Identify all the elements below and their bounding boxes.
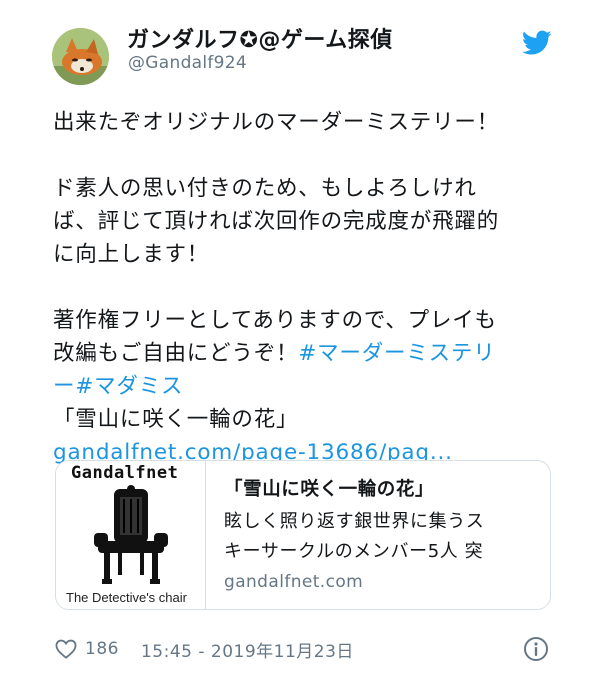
- tweet-line: ド素人の思い付きのため、もしよろしけれ: [53, 176, 477, 201]
- tweet-line: に向上します！: [53, 242, 210, 267]
- info-icon[interactable]: [523, 636, 549, 662]
- hashtag-link-continued[interactable]: ー: [53, 374, 75, 399]
- fox-avatar-icon: [52, 28, 109, 85]
- card-description-line: キーサークルのメンバー5人 突: [224, 541, 484, 562]
- tweet-text-segment: 改編もご自由にどうぞ！: [53, 341, 299, 366]
- card-thumbnail: Gandalfnet The Detective's chair: [56, 461, 206, 609]
- tweet-line: ー#マダミス: [53, 370, 563, 403]
- tweet-line: 出来たぞオリジナルのマーダーミステリー！: [53, 110, 500, 135]
- heart-icon[interactable]: [55, 639, 77, 659]
- tweet-text: 出来たぞオリジナルのマーダーミステリー！ ド素人の思い付きのため、もしよろしけれ…: [53, 106, 563, 469]
- author-handle[interactable]: @Gandalf924: [128, 53, 247, 73]
- card-domain: gandalfnet.com: [224, 572, 364, 592]
- hashtag-link[interactable]: #マーダーミステリ: [298, 341, 495, 366]
- link-preview-card[interactable]: Gandalfnet The Detective's chair 「雪山に咲く一…: [55, 460, 551, 610]
- tweet-footer: 186 15:45 - 2019年11月23日: [55, 636, 354, 662]
- tweet-line: ば、評じて頂ければ次回作の完成度が飛躍的: [53, 209, 500, 234]
- twitter-bird-icon[interactable]: [522, 30, 552, 56]
- thumbnail-caption: The Detective's chair: [66, 590, 187, 605]
- author-name-row[interactable]: ガンダルフ✪@ゲーム探偵: [127, 22, 393, 54]
- tweet-line: 著作権フリーとしてありますので、プレイも: [53, 308, 497, 333]
- tweet: ガンダルフ✪@ゲーム探偵 @Gandalf924 出来たぞオリジナルのマーダーミ…: [0, 0, 606, 680]
- card-text[interactable]: 「雪山に咲く一輪の花」 眩しく照り返す銀世界に集うス キーサークルのメンバー5人…: [224, 475, 544, 592]
- hashtag-link[interactable]: #マダミス: [75, 374, 183, 399]
- display-name[interactable]: ガンダルフ✪@ゲーム探偵: [127, 22, 393, 54]
- chair-icon: [94, 485, 168, 584]
- like-count[interactable]: 186: [85, 639, 119, 659]
- timestamp[interactable]: 15:45 - 2019年11月23日: [141, 637, 354, 662]
- card-description-line: 眩しく照り返す銀世界に集うス: [224, 511, 485, 532]
- tweet-line: 改編もご自由にどうぞ！#マーダーミステリ: [53, 337, 563, 370]
- tweet-line: 「雪山に咲く一輪の花」: [53, 407, 299, 432]
- avatar[interactable]: [52, 28, 109, 85]
- thumbnail-title: Gandalfnet: [71, 463, 179, 483]
- card-description: 眩しく照り返す銀世界に集うス キーサークルのメンバー5人 突: [224, 507, 544, 567]
- card-title[interactable]: 「雪山に咲く一輪の花」: [224, 475, 544, 501]
